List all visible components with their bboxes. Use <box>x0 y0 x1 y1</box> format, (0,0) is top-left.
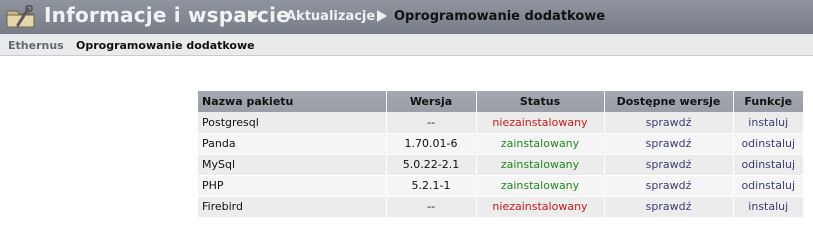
column-header-available: Dostępne wersje <box>604 91 734 112</box>
check-versions-link[interactable]: sprawdź <box>604 196 734 218</box>
package-version: 1.70.01-6 <box>386 133 477 155</box>
package-name: Postgresql <box>198 112 387 134</box>
package-status: niezainstalowany <box>476 112 605 134</box>
package-status: zainstalowany <box>476 175 605 197</box>
table-row: Firebird -- niezainstalowany sprawdź ins… <box>198 196 803 218</box>
breadcrumb-arrow-icon <box>377 10 387 22</box>
subnav-current-page: Oprogramowanie dodatkowe <box>76 39 255 52</box>
package-version: -- <box>386 112 477 134</box>
uninstall-link[interactable]: odinstaluj <box>733 133 803 155</box>
breadcrumb-current: Oprogramowanie dodatkowe <box>394 9 606 24</box>
check-versions-link[interactable]: sprawdź <box>604 175 734 197</box>
package-name: PHP <box>198 175 387 197</box>
top-header: Informacje i wsparcie Aktualizacje Oprog… <box>0 0 813 34</box>
package-version: 5.0.22-2.1 <box>386 154 477 176</box>
package-name: MySql <box>198 154 387 176</box>
table-row: Postgresql -- niezainstalowany sprawdź i… <box>198 112 803 134</box>
breadcrumb-arrow-icon <box>248 10 258 22</box>
column-header-status: Status <box>476 91 605 112</box>
package-name: Firebird <box>198 196 387 218</box>
package-status: niezainstalowany <box>476 196 605 218</box>
package-name: Panda <box>198 133 387 155</box>
column-header-actions: Funkcje <box>733 91 803 112</box>
install-link[interactable]: instaluj <box>733 112 803 134</box>
package-status: zainstalowany <box>476 154 605 176</box>
check-versions-link[interactable]: sprawdź <box>604 112 734 134</box>
uninstall-link[interactable]: odinstaluj <box>733 154 803 176</box>
check-versions-link[interactable]: sprawdź <box>604 133 734 155</box>
column-header-name: Nazwa pakietu <box>198 91 387 112</box>
table-header-row: Nazwa pakietu Wersja Status Dostępne wer… <box>198 91 803 112</box>
uninstall-link[interactable]: odinstaluj <box>733 175 803 197</box>
package-version: 5.2.1-1 <box>386 175 477 197</box>
table-row: PHP 5.2.1-1 zainstalowany sprawdź odinst… <box>198 175 803 197</box>
folder-wrench-icon <box>6 5 35 28</box>
install-link[interactable]: instaluj <box>733 196 803 218</box>
check-versions-link[interactable]: sprawdź <box>604 154 734 176</box>
table-row: MySql 5.0.22-2.1 zainstalowany sprawdź o… <box>198 154 803 176</box>
table-row: Panda 1.70.01-6 zainstalowany sprawdź od… <box>198 133 803 155</box>
packages-table: Nazwa pakietu Wersja Status Dostępne wer… <box>198 91 803 218</box>
sub-navigation: Ethernus Oprogramowanie dodatkowe <box>0 34 813 56</box>
package-version: -- <box>386 196 477 218</box>
package-status: zainstalowany <box>476 133 605 155</box>
column-header-version: Wersja <box>386 91 477 112</box>
subnav-app-link[interactable]: Ethernus <box>8 39 64 52</box>
breadcrumb-aktualizacje[interactable]: Aktualizacje <box>286 9 375 24</box>
